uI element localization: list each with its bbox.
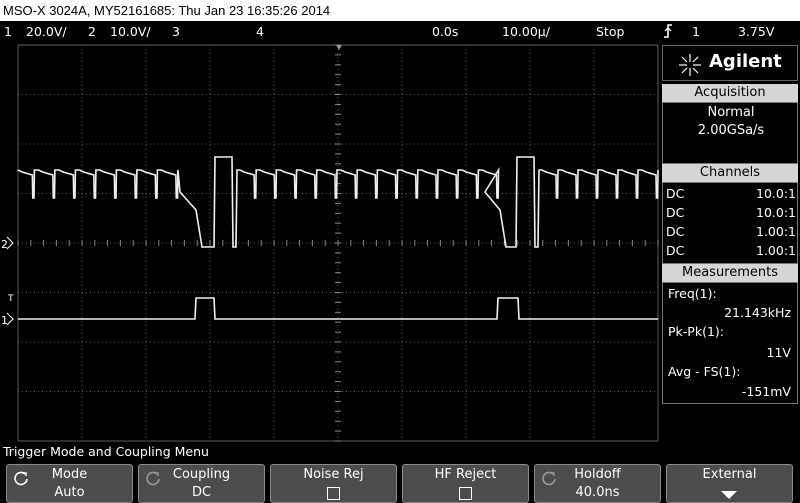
softkey-label: HF Reject xyxy=(434,467,497,482)
ch1-ground-marker[interactable]: 1 xyxy=(1,314,8,327)
noise-rej-softkey[interactable]: Noise Rej xyxy=(270,464,397,503)
run-state[interactable]: Stop xyxy=(596,21,624,42)
measurements-box: Freq(1): 21.143kHz Pk-Pk(1): 11V Avg - F… xyxy=(662,282,798,404)
graticule: 2 1 T xyxy=(1,44,659,442)
softkey-label: Noise Rej xyxy=(303,467,364,482)
hf-reject-softkey[interactable]: HF Reject xyxy=(402,464,529,503)
measurement-name: Pk-Pk(1): xyxy=(668,324,724,339)
measurement-value: -151mV xyxy=(741,384,791,399)
channel-coupling: DC xyxy=(666,243,685,258)
brand-name: Agilent xyxy=(709,51,782,72)
measurement-name: Freq(1): xyxy=(668,286,717,301)
arrow-down-icon xyxy=(721,491,737,499)
horizontal-delay[interactable]: 0.0s xyxy=(432,21,458,42)
channel-row: DC 10.0:1 xyxy=(666,203,796,222)
softkey-label: Holdoff xyxy=(574,467,621,482)
ch2-scale[interactable]: 10.0V/ xyxy=(110,21,151,42)
ch2-ground-marker[interactable]: 2 xyxy=(1,238,8,251)
acquisition-box: Normal 2.00GSa/s xyxy=(662,102,798,164)
measurement-value: 21.143kHz xyxy=(724,305,791,320)
channel-row: DC 1.00:1 xyxy=(666,222,796,241)
channel-row: DC 10.0:1 xyxy=(666,184,796,203)
channel-probe: 10.0:1 xyxy=(756,205,796,220)
ch3-number[interactable]: 3 xyxy=(172,21,180,42)
acquisition-heading[interactable]: Acquisition xyxy=(662,84,798,102)
sample-rate: 2.00GSa/s xyxy=(697,123,765,138)
ch1-number[interactable]: 1 xyxy=(4,21,12,42)
noise-rej-checkbox[interactable] xyxy=(327,487,340,500)
trigger-position-marker xyxy=(336,45,342,50)
softkey-bar: Mode Auto Coupling DC Noise Rej HF Rejec… xyxy=(0,462,800,503)
softkey-label: Mode xyxy=(51,467,88,482)
channel-probe: 1.00:1 xyxy=(756,243,796,258)
softkey-label: Coupling xyxy=(172,467,231,482)
softkey-value: 40.0ns xyxy=(575,485,620,500)
channels-heading[interactable]: Channels xyxy=(662,164,798,182)
measurement-name: Avg - FS(1): xyxy=(668,364,741,379)
measurements-heading[interactable]: Measurements xyxy=(662,264,798,282)
window-title: MSO-X 3024A, MY52161685: Thu Jan 23 16:3… xyxy=(0,0,800,21)
softkey-value: Auto xyxy=(54,485,85,500)
brand-box: Agilent xyxy=(662,45,798,81)
coupling-softkey[interactable]: Coupling DC xyxy=(138,464,265,503)
channel-coupling: DC xyxy=(666,205,685,220)
ch2-number[interactable]: 2 xyxy=(88,21,96,42)
ch4-number[interactable]: 4 xyxy=(256,21,264,42)
trigger-level-marker[interactable]: T xyxy=(7,294,14,304)
side-panel: Agilent Acquisition Normal 2.00GSa/s Cha… xyxy=(660,42,800,442)
channels-box: DC 10.0:1 DC 10.0:1 DC 1.00:1 DC 1.00:1 xyxy=(662,182,798,264)
acquisition-mode: Normal xyxy=(707,105,755,120)
timebase-scale[interactable]: 10.00µ/ xyxy=(502,21,550,42)
menu-title: Trigger Mode and Coupling Menu xyxy=(0,442,800,462)
trigger-level[interactable]: 3.75V xyxy=(738,21,774,42)
channel-coupling: DC xyxy=(666,186,685,201)
measurement-value: 11V xyxy=(766,345,791,360)
waveform-display[interactable]: 2 1 T xyxy=(0,42,660,442)
external-softkey[interactable]: External xyxy=(666,464,793,503)
mode-softkey[interactable]: Mode Auto xyxy=(6,464,133,503)
channel-row: DC 1.00:1 xyxy=(666,241,796,260)
holdoff-softkey[interactable]: Holdoff 40.0ns xyxy=(534,464,661,503)
channel-probe: 10.0:1 xyxy=(756,186,796,201)
softkey-value: DC xyxy=(191,485,212,500)
agilent-spark-icon xyxy=(679,54,701,76)
channel-coupling: DC xyxy=(666,224,685,239)
channel-status-bar: 1 20.0V/ 2 10.0V/ 3 4 0.0s 10.00µ/ Stop … xyxy=(0,21,800,42)
softkey-label: External xyxy=(702,467,757,482)
channel-probe: 1.00:1 xyxy=(756,224,796,239)
ch1-scale[interactable]: 20.0V/ xyxy=(26,21,67,42)
trigger-source[interactable]: 1 xyxy=(692,21,700,42)
hf-reject-checkbox[interactable] xyxy=(459,487,472,500)
